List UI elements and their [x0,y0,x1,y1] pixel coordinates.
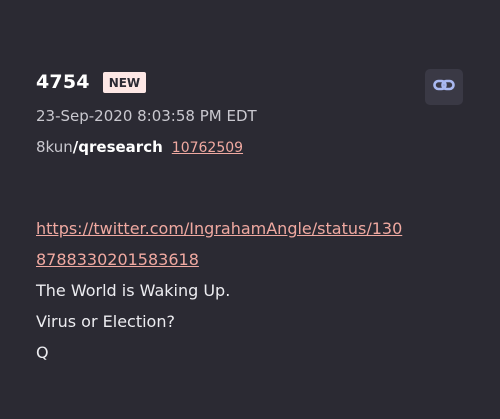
post-reference-link[interactable]: 10762509 [172,140,243,156]
body-line-1: The World is Waking Up. [36,281,231,300]
tweet-link-line-2: 8788330201583618 [36,250,199,269]
site-name: 8kun [36,138,73,156]
new-badge: NEW [102,71,147,93]
copy-link-button[interactable] [425,69,463,105]
board-name: /qresearch [72,138,163,156]
post-number: 4754 [36,71,90,93]
post-card: 4754 NEW 23-Sep-2020 8:03:58 PM EDT 8kun… [0,0,500,419]
post-timestamp: 23-Sep-2020 8:03:58 PM EDT [36,107,257,125]
tweet-link-line-1: https://twitter.com/IngrahamAngle/status… [36,219,403,238]
link-icon [432,73,456,101]
body-line-3: Q [36,343,49,362]
body-line-2: Virus or Election? [36,312,175,331]
post-header: 4754 NEW [36,69,147,95]
post-body: https://twitter.com/IngrahamAngle/status… [36,213,466,368]
tweet-link[interactable]: https://twitter.com/IngrahamAngle/status… [36,213,466,275]
post-source: 8kun /qresearch 10762509 [36,138,243,156]
